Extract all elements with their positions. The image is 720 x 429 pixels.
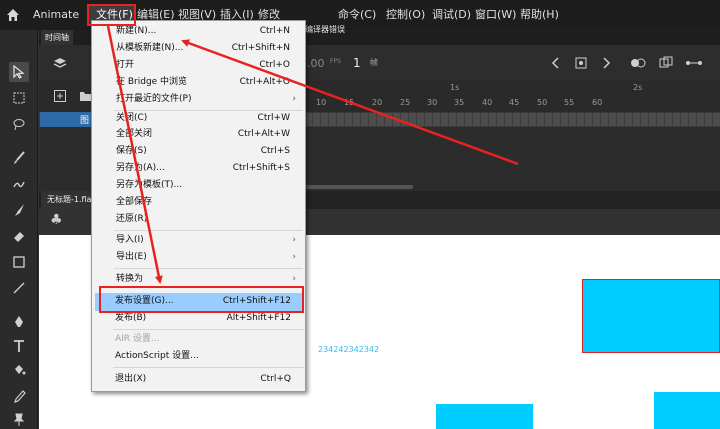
arrow-to-publish-settings (106, 25, 163, 284)
annotation-arrows (106, 25, 519, 284)
arrow-to-file-menu (181, 39, 519, 166)
